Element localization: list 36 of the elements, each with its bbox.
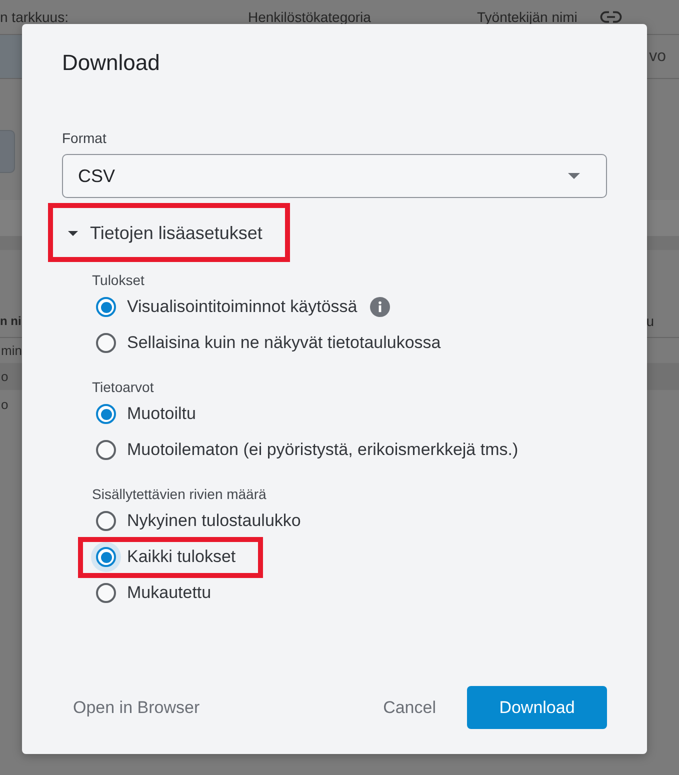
option-label[interactable]: Sellaisina kuin ne näkyvät tietotaulukossa	[127, 333, 441, 353]
open-in-browser-button[interactable]: Open in Browser	[62, 686, 211, 729]
option-label[interactable]: Mukautettu	[127, 583, 212, 603]
column-header: n tarkkuus:	[0, 9, 70, 25]
link-icon[interactable]	[600, 11, 622, 23]
table-cell: o	[1, 396, 8, 412]
column-header: u	[646, 313, 654, 329]
radio-button[interactable]	[91, 542, 121, 572]
radio-button[interactable]	[96, 440, 116, 460]
radio-button[interactable]	[96, 297, 116, 317]
radio-button[interactable]	[96, 511, 116, 531]
download-button[interactable]: Download	[467, 686, 607, 729]
option-label[interactable]: Kaikki tulokset	[127, 547, 236, 567]
advanced-settings-toggle[interactable]: Tietojen lisäasetukset	[62, 213, 262, 253]
column-header: n ni	[0, 314, 22, 328]
cancel-button[interactable]: Cancel	[372, 686, 447, 729]
radio-button[interactable]	[96, 333, 116, 353]
format-dropdown[interactable]: CSV	[62, 154, 607, 198]
table-cell: o	[1, 369, 8, 384]
option-label[interactable]: Muotoilematon (ei pyöristystä, erikoismerkkejä tms.)	[127, 440, 518, 460]
format-label: Format	[62, 129, 106, 147]
group-label: Tietoarvot	[92, 378, 154, 396]
group-label: Tulokset	[92, 271, 144, 289]
info-icon[interactable]	[370, 297, 390, 317]
dialog-title: Download	[62, 49, 160, 77]
table-cell: vo	[649, 48, 666, 66]
radio-button[interactable]	[96, 404, 116, 424]
column-header: Henkilöstökategoria	[248, 9, 372, 25]
group-label: Sisällytettävien rivien määrä	[92, 485, 266, 503]
caret-icon	[568, 173, 580, 179]
option-label[interactable]: Muotoiltu	[127, 404, 196, 424]
radio-button[interactable]	[96, 583, 116, 603]
column-header: Työntekijän nimi	[477, 9, 578, 25]
table-cell: min	[1, 343, 22, 358]
option-label[interactable]: Visualisointitoiminnot käytössä	[127, 297, 358, 317]
option-label[interactable]: Nykyinen tulostaulukko	[127, 511, 301, 531]
